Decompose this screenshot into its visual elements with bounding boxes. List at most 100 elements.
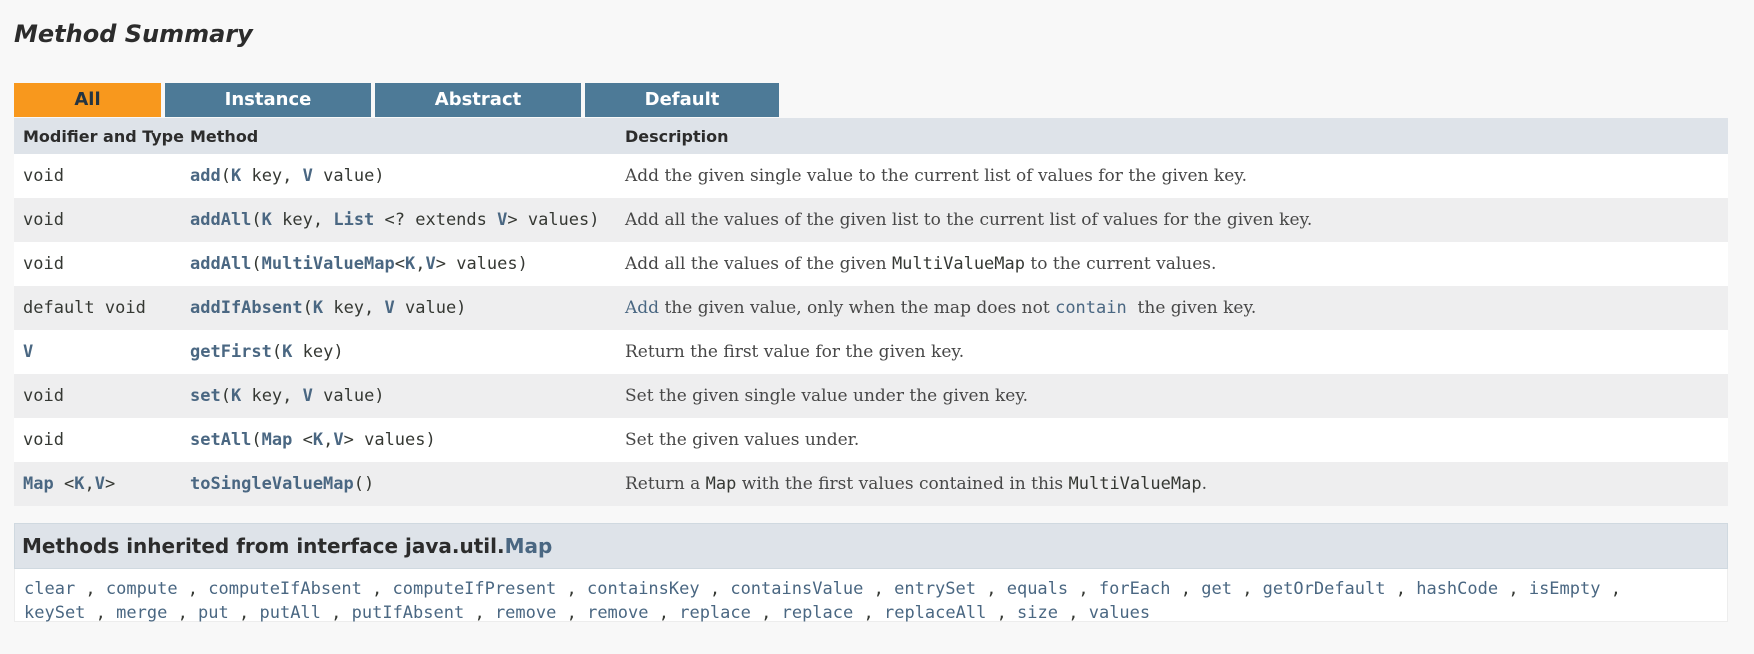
inherited-method-link[interactable]: putIfAbsent [352,603,465,623]
method-link[interactable]: set [190,386,221,406]
type-text: default void [23,298,146,318]
method-link[interactable]: setAll [190,430,251,450]
type-link[interactable]: V [497,210,507,230]
table-row: void setAll(Map <K,V> values) Set the give… [14,418,1728,462]
type-link[interactable]: K [313,298,323,318]
type-link[interactable]: V [23,342,33,362]
inherited-method-link[interactable]: values [1089,603,1150,623]
method-link[interactable]: add [190,166,221,186]
inherited-method-link[interactable]: isEmpty [1529,579,1601,599]
type-link[interactable]: V [333,430,343,450]
signature-text: key, [241,166,303,186]
type-link[interactable]: MultiValueMap [262,254,395,274]
inherited-method-link[interactable]: remove [587,603,648,623]
signature-text: < [292,430,313,450]
inherited-method-link[interactable]: entrySet [894,579,976,599]
signature-text: ( [251,210,262,230]
modifier-type-cell: void [14,166,190,186]
type-link[interactable]: V [95,474,105,494]
separator: , [228,603,260,623]
type-text: void [23,386,64,406]
method-link[interactable]: addAll [190,254,251,274]
table-row: void set(K key, V value) Set the given sin… [14,374,1728,418]
inherited-method-link[interactable]: get [1201,579,1232,599]
method-link[interactable]: addIfAbsent [190,298,303,318]
tab-abstract-methods[interactable]: Abstract Methods [375,83,581,143]
signature-text: value) [312,166,385,186]
description-cell: Return the first value for the given key… [625,342,1728,362]
method-signature-cell: toSingleValueMap() [190,474,625,494]
separator: , [177,579,209,599]
inherited-method-link[interactable]: compute [106,579,178,599]
method-link[interactable]: getFirst [190,342,272,362]
tab-default-methods[interactable]: Default Methods [585,83,779,143]
type-link[interactable]: K [262,210,272,230]
separator: , [1385,579,1417,599]
inherited-method-link[interactable]: keySet [24,603,85,623]
type-link[interactable]: V [385,298,395,318]
inherited-method-link[interactable]: replaceAll [884,603,986,623]
inherited-method-link[interactable]: getOrDefault [1263,579,1386,599]
inherited-method-link[interactable]: replace [782,603,854,623]
inherited-method-link[interactable]: clear [24,579,75,599]
type-text: void [23,166,64,186]
type-link[interactable]: V [303,386,313,406]
inherited-method-link[interactable]: containsKey [587,579,700,599]
inherited-method-link[interactable]: size [1017,603,1058,623]
inherited-method-link[interactable]: remove [495,603,556,623]
signature-text: > values) [507,210,600,230]
method-link[interactable]: toSingleValueMap [190,474,354,494]
inherited-method-link[interactable]: replace [679,603,751,623]
signature-text: ( [271,342,283,362]
inherited-method-link[interactable]: equals [1007,579,1068,599]
inherited-method-link[interactable]: forEach [1099,579,1171,599]
inherited-method-link[interactable]: computeIfPresent [393,579,557,599]
section-title: Method Summary [14,20,253,48]
type-link[interactable]: List [333,210,374,230]
separator: , [699,579,731,599]
type-link[interactable]: K [282,342,292,362]
method-summary-table: Modifier and Type Method Description voi… [14,118,1728,506]
inherited-method-link[interactable]: put [198,603,229,623]
type-link[interactable]: V [303,166,313,186]
type-text: void [23,210,64,230]
table-body: void add(K key, V value) Add the given sin… [14,154,1728,506]
type-link[interactable]: V [425,254,435,274]
tab-instance-methods[interactable]: Instance Methods [165,83,371,143]
inherited-methods-list: clear , compute , computeIfAbsent , comp… [14,569,1728,623]
table-row: VgetFirst(K key) Return the first value f… [14,330,1728,374]
type-text: < [53,474,75,494]
inherited-interface-link[interactable]: Map [505,534,553,558]
tab-all-methods[interactable]: All Methods [14,83,161,143]
separator: , [1231,579,1263,599]
type-link[interactable]: K [231,166,241,186]
method-signature-cell: addAll(K key, List <? extends V> values) [190,210,625,230]
type-link[interactable]: K [405,254,415,274]
separator: , [986,603,1018,623]
type-link[interactable]: K [313,430,323,450]
type-link[interactable]: K [74,474,84,494]
inherited-method-link[interactable]: putAll [259,603,320,623]
modifier-type-cell: void [14,386,190,406]
type-link[interactable]: Map [23,474,54,494]
description-cell: Add the given value, only when the map d… [625,298,1728,318]
description-cell: Set the given values under. [625,430,1728,450]
table-row: void addAll(MultiValueMap<K,V> values) Add… [14,242,1728,286]
inherited-method-link[interactable]: computeIfAbsent [208,579,362,599]
signature-text: ( [251,254,262,274]
inherited-method-link[interactable]: hashCode [1416,579,1498,599]
type-link[interactable]: Map [262,430,293,450]
desc-code-link[interactable]: contain [1055,298,1127,318]
inherited-method-link[interactable]: merge [116,603,167,623]
header-method: Method [190,126,259,146]
inherited-method-link[interactable]: containsValue [730,579,863,599]
method-link[interactable]: addAll [190,210,251,230]
desc-code: MultiValueMap [1068,474,1202,494]
inherited-heading-prefix: Methods inherited from interface java.ut… [22,534,505,558]
desc-link[interactable]: Add [625,298,659,318]
modifier-type-cell: void [14,254,190,274]
separator: , [75,579,106,599]
signature-text: ( [251,430,262,450]
description-cell: Set the given single value under the giv… [625,386,1728,406]
type-link[interactable]: K [231,386,241,406]
